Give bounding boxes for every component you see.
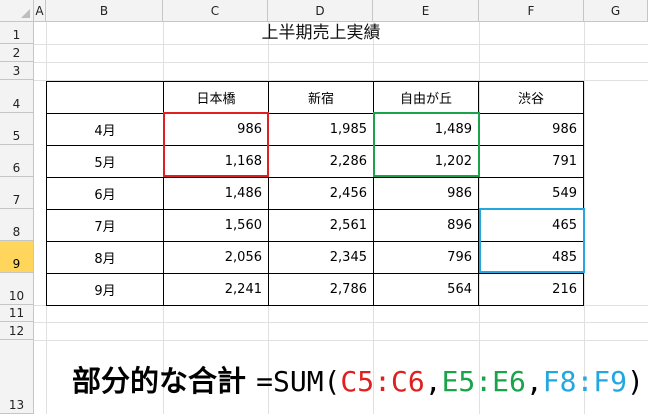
header-cell-shibuya[interactable]: 渋谷: [478, 81, 584, 114]
column-header-e[interactable]: E: [373, 0, 479, 22]
value-cell[interactable]: 2,241: [163, 273, 269, 306]
value-cell[interactable]: 986: [478, 113, 584, 146]
header-cell-nihonbashi[interactable]: 日本橋: [163, 81, 269, 114]
value-cell[interactable]: 216: [478, 273, 584, 306]
row-header-10[interactable]: 10: [0, 273, 34, 305]
column-header-d[interactable]: D: [268, 0, 373, 22]
value-cell[interactable]: 1,202: [373, 145, 479, 178]
formula-range-3: F8:F9: [542, 365, 628, 398]
gridline: [34, 44, 648, 45]
select-all-button[interactable]: [0, 0, 34, 22]
month-cell[interactable]: 7月: [46, 209, 164, 242]
formula-separator: ,: [424, 365, 442, 398]
value-cell[interactable]: 564: [373, 273, 479, 306]
header-cell-blank[interactable]: [46, 81, 164, 114]
row-header-2[interactable]: 2: [0, 44, 34, 62]
value-cell[interactable]: 465: [478, 209, 584, 242]
month-cell[interactable]: 9月: [46, 273, 164, 306]
formula-suffix: ): [627, 365, 644, 398]
value-cell[interactable]: 1,985: [268, 113, 374, 146]
row-header-5[interactable]: 5: [0, 113, 34, 145]
row-header-13[interactable]: 13: [0, 340, 34, 414]
value-cell[interactable]: 2,056: [163, 241, 269, 274]
header-cell-jiyugaoka[interactable]: 自由が丘: [373, 81, 479, 114]
value-cell[interactable]: 1,560: [163, 209, 269, 242]
value-cell[interactable]: 2,456: [268, 177, 374, 210]
value-cell[interactable]: 2,345: [268, 241, 374, 274]
table-row: 5月 1,168 2,286 1,202 791: [46, 145, 584, 178]
table-row: 6月 1,486 2,456 986 549: [46, 177, 584, 210]
value-cell[interactable]: 1,489: [373, 113, 479, 146]
value-cell[interactable]: 2,561: [268, 209, 374, 242]
value-cell[interactable]: 796: [373, 241, 479, 274]
month-cell[interactable]: 8月: [46, 241, 164, 274]
table-row: 9月 2,241 2,786 564 216: [46, 273, 584, 306]
formula-caption: 部分的な合計 =SUM(C5:C6,E5:E6,F8:F9): [72, 358, 644, 404]
value-cell[interactable]: 485: [478, 241, 584, 274]
formula-range-1: C5:C6: [340, 365, 425, 398]
table-row: 4月 986 1,985 1,489 986: [46, 113, 584, 146]
formula-separator: ,: [525, 365, 543, 398]
row-header-6[interactable]: 6: [0, 145, 34, 177]
row-header-7[interactable]: 7: [0, 177, 34, 209]
column-header-a[interactable]: A: [34, 0, 46, 22]
value-cell[interactable]: 1,168: [163, 145, 269, 178]
gridline: [34, 322, 648, 323]
sheet-title[interactable]: 上半期売上実績: [163, 22, 479, 44]
column-header-g[interactable]: G: [584, 0, 648, 22]
sales-table: 日本橋 新宿 自由が丘 渋谷 4月 986 1,985 1,489 986 5月…: [46, 81, 584, 306]
row-header-11[interactable]: 11: [0, 305, 34, 322]
value-cell[interactable]: 1,486: [163, 177, 269, 210]
row-header-8[interactable]: 8: [0, 209, 34, 241]
column-header-c[interactable]: C: [163, 0, 268, 22]
row-header-9-selected[interactable]: 9: [0, 241, 34, 273]
column-header-f[interactable]: F: [479, 0, 584, 22]
formula-range-2: E5:E6: [441, 365, 526, 398]
value-cell[interactable]: 896: [373, 209, 479, 242]
month-cell[interactable]: 4月: [46, 113, 164, 146]
value-cell[interactable]: 986: [373, 177, 479, 210]
table-row: 7月 1,560 2,561 896 465: [46, 209, 584, 242]
month-cell[interactable]: 5月: [46, 145, 164, 178]
table-row: 8月 2,056 2,345 796 485: [46, 241, 584, 274]
gridline: [34, 62, 648, 63]
row-header-4[interactable]: 4: [0, 80, 34, 113]
value-cell[interactable]: 986: [163, 113, 269, 146]
formula-prefix: =SUM(: [256, 365, 341, 398]
value-cell[interactable]: 549: [478, 177, 584, 210]
header-cell-shinjuku[interactable]: 新宿: [268, 81, 374, 114]
table-header-row: 日本橋 新宿 自由が丘 渋谷: [46, 81, 584, 114]
row-header-1[interactable]: 1: [0, 22, 34, 44]
value-cell[interactable]: 791: [478, 145, 584, 178]
gridline: [34, 340, 648, 341]
column-header-b[interactable]: B: [46, 0, 163, 22]
value-cell[interactable]: 2,786: [268, 273, 374, 306]
formula-label: 部分的な合計: [72, 364, 247, 398]
row-header-3[interactable]: 3: [0, 62, 34, 80]
value-cell[interactable]: 2,286: [268, 145, 374, 178]
row-header-12[interactable]: 12: [0, 322, 34, 340]
month-cell[interactable]: 6月: [46, 177, 164, 210]
